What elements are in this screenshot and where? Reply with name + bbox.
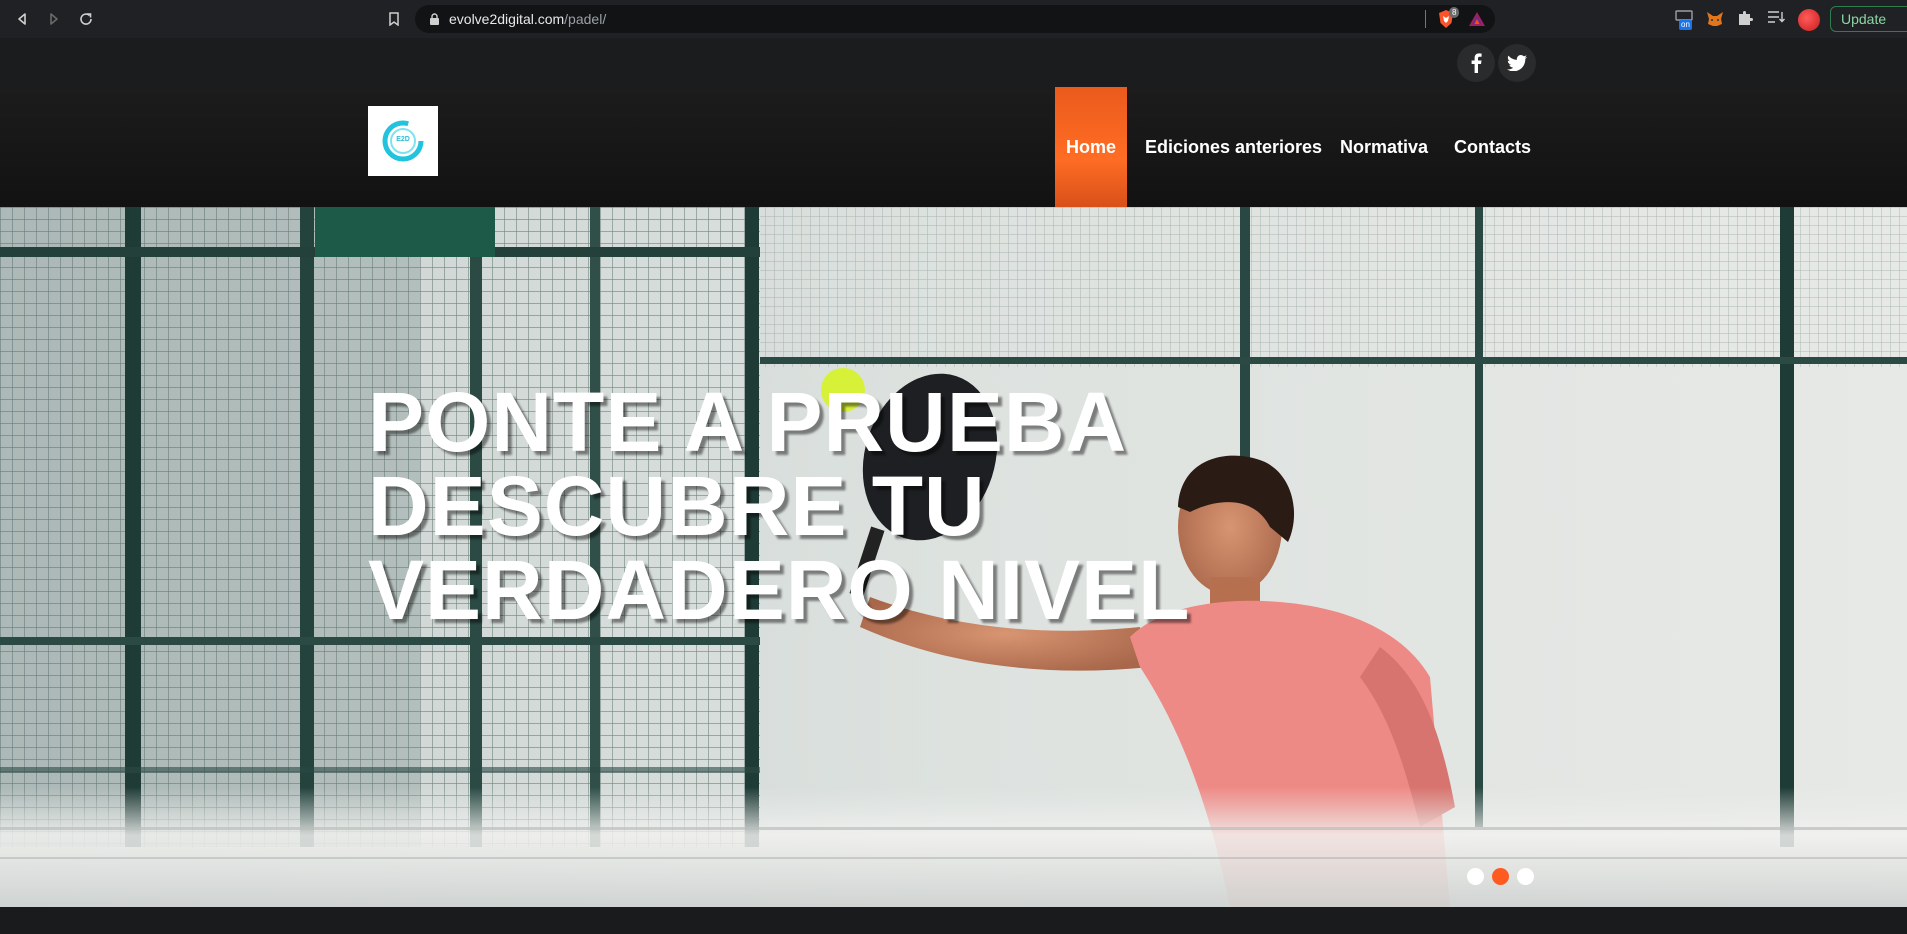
update-button[interactable]: Update — [1830, 6, 1907, 32]
logo-text: E2D — [396, 136, 410, 143]
reading-list-icon[interactable] — [1767, 9, 1787, 29]
extension-icon[interactable]: on — [1675, 9, 1695, 30]
extensions-puzzle-icon[interactable] — [1736, 9, 1756, 29]
metamask-icon[interactable] — [1705, 9, 1725, 29]
web-page: E2D Home Ediciones anteriores Normativa … — [0, 38, 1907, 934]
hero-slider: PONTE A PRUEBA DESCUBRE TU VERDADERO NIV… — [0, 207, 1907, 907]
nav-contacts[interactable]: Contacts — [1454, 87, 1531, 207]
brave-rewards-icon[interactable] — [1468, 10, 1486, 28]
social-topbar — [0, 38, 1907, 87]
nav-normativa[interactable]: Normativa — [1340, 87, 1428, 207]
nav-home[interactable]: Home — [1055, 87, 1127, 207]
update-label: Update — [1841, 11, 1887, 27]
nav-ediciones-anteriores[interactable]: Ediciones anteriores — [1145, 87, 1322, 207]
hero-title-line-1: PONTE A PRUEBA — [368, 375, 1128, 469]
slider-dot-2-active[interactable] — [1492, 868, 1509, 885]
bookmark-icon[interactable] — [384, 9, 404, 29]
hero-title-line-3: VERDADERO NIVEL — [368, 543, 1191, 637]
browser-toolbar: evolve2digital.com/padel/ 8 on Update — [0, 0, 1907, 38]
page-footer-strip — [0, 907, 1907, 934]
reload-icon[interactable] — [74, 7, 98, 31]
address-bar[interactable]: evolve2digital.com/padel/ 8 — [415, 5, 1495, 33]
site-logo[interactable]: E2D — [368, 106, 438, 176]
url-divider — [1425, 10, 1426, 28]
hero-title-line-2: DESCUBRE TU — [368, 459, 986, 553]
hero-title: PONTE A PRUEBA DESCUBRE TU VERDADERO NIV… — [368, 380, 1268, 632]
twitter-icon[interactable] — [1498, 44, 1536, 82]
slider-dot-3[interactable] — [1517, 868, 1534, 885]
facebook-icon[interactable] — [1457, 44, 1495, 82]
lock-icon — [430, 13, 439, 25]
shields-count-badge: 8 — [1449, 7, 1460, 18]
profile-avatar-icon[interactable] — [1798, 9, 1820, 31]
url-text: evolve2digital.com/padel/ — [449, 11, 606, 27]
slider-dot-1[interactable] — [1467, 868, 1484, 885]
url-domain: evolve2digital.com — [449, 11, 565, 27]
back-icon[interactable] — [10, 7, 34, 31]
url-path: /padel/ — [564, 11, 607, 27]
forward-icon[interactable] — [42, 7, 66, 31]
main-navbar: E2D Home Ediciones anteriores Normativa … — [0, 87, 1907, 207]
extension-on-badge: on — [1679, 20, 1692, 30]
